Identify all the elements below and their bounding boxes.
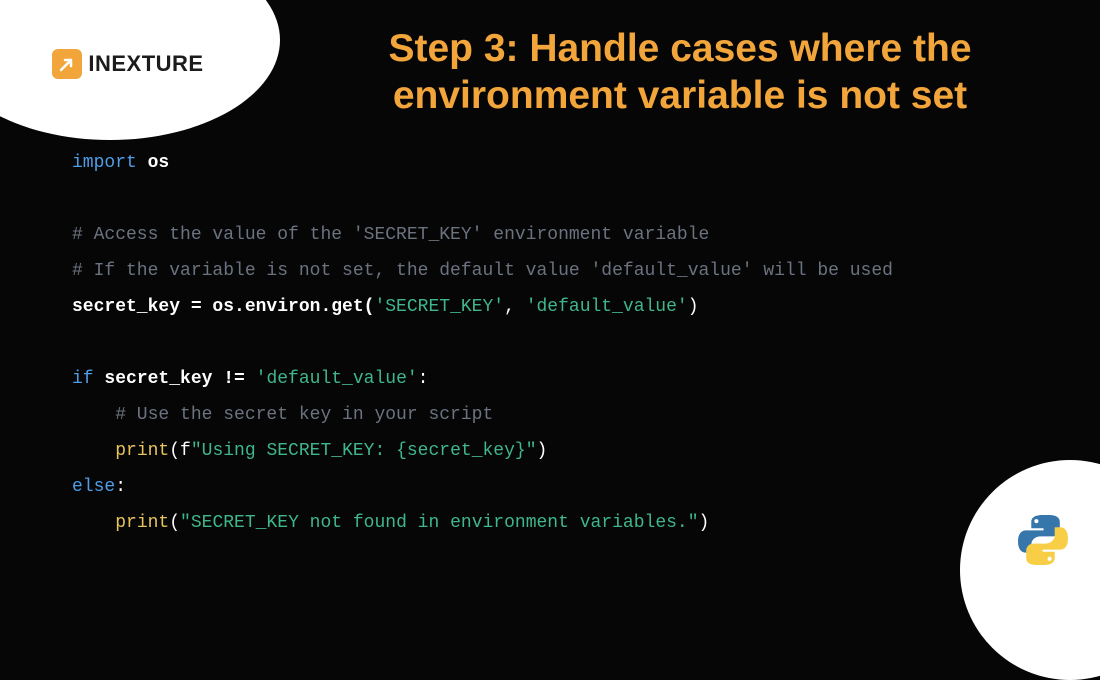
str-default: 'default_value' bbox=[526, 297, 688, 317]
fn-print-2: print bbox=[115, 513, 169, 533]
python-icon bbox=[1015, 512, 1071, 573]
brand-logo: INEXTURE bbox=[52, 49, 203, 79]
str-default-2: 'default_value' bbox=[256, 369, 418, 389]
open-2: ( bbox=[169, 513, 180, 533]
if-expr: secret_key != bbox=[94, 369, 256, 389]
kw-if: if bbox=[72, 369, 94, 389]
colon-2: : bbox=[115, 477, 126, 497]
colon-1: : bbox=[418, 369, 429, 389]
fn-print-1: print bbox=[115, 441, 169, 461]
open-1: (f bbox=[169, 441, 191, 461]
comment-1: # Access the value of the 'SECRET_KEY' e… bbox=[72, 225, 709, 245]
module-os: os bbox=[148, 153, 170, 173]
close-1: ) bbox=[537, 441, 548, 461]
indent-1 bbox=[72, 441, 115, 461]
fstring-1: "Using SECRET_KEY: {secret_key}" bbox=[191, 441, 537, 461]
logo-corner: INEXTURE bbox=[0, 0, 280, 140]
step-heading: Step 3: Handle cases where the environme… bbox=[300, 26, 1060, 120]
code-block: import os # Access the value of the 'SEC… bbox=[72, 145, 1040, 541]
str-notfound: "SECRET_KEY not found in environment var… bbox=[180, 513, 698, 533]
str-secret-key: 'SECRET_KEY' bbox=[374, 297, 504, 317]
close-paren: ) bbox=[688, 297, 699, 317]
comment-3: # Use the secret key in your script bbox=[72, 405, 493, 425]
arrow-icon bbox=[52, 49, 82, 79]
indent-2 bbox=[72, 513, 115, 533]
comment-2: # If the variable is not set, the defaul… bbox=[72, 261, 893, 281]
kw-import: import bbox=[72, 153, 137, 173]
heading-line-1: Step 3: Handle cases where the bbox=[388, 27, 971, 70]
heading-line-2: environment variable is not set bbox=[393, 74, 967, 117]
brand-name: INEXTURE bbox=[88, 51, 203, 77]
assign-expr: secret_key = os.environ.get( bbox=[72, 297, 374, 317]
comma: , bbox=[504, 297, 526, 317]
kw-else: else bbox=[72, 477, 115, 497]
close-2: ) bbox=[699, 513, 710, 533]
